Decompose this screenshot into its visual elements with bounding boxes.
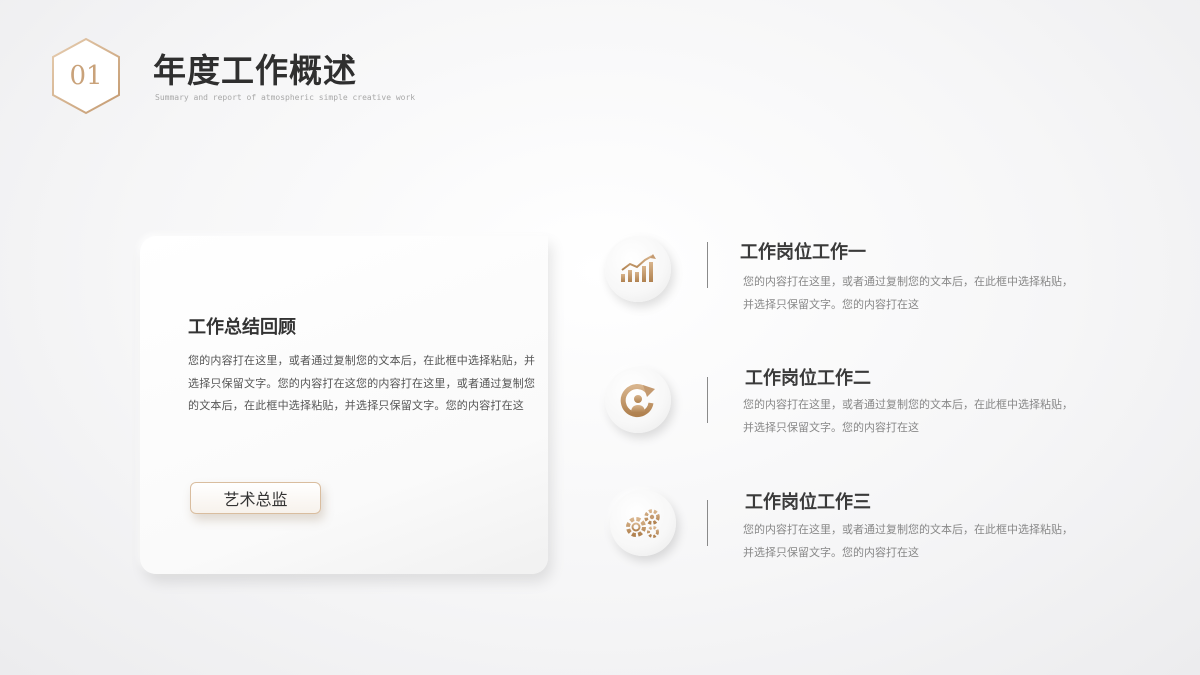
card-body-text: 您的内容打在这里，或者通过复制您的文本后，在此框中选择粘贴，并选择只保留文字。您… xyxy=(188,354,536,412)
divider-line-3 xyxy=(707,500,708,546)
divider-line-2 xyxy=(707,377,708,423)
item-title-2: 工作岗位工作二 xyxy=(745,368,871,389)
item-icon-circle-3 xyxy=(610,490,676,556)
card-title: 工作总结回顾 xyxy=(188,317,296,338)
role-tag-button[interactable]: 艺术总监 xyxy=(190,482,321,514)
bar-chart-icon xyxy=(621,254,656,282)
person-growth-icon xyxy=(620,384,655,418)
gears-icon xyxy=(626,509,660,538)
item-icon-circle-2 xyxy=(605,367,671,433)
item-text-2: 您的内容打在这里，或者通过复制您的文本后，在此框中选择粘贴，并选择只保留文字。您… xyxy=(743,398,1073,434)
item-title-3: 工作岗位工作三 xyxy=(745,492,871,513)
page-subtitle: Summary and report of atmospheric simple… xyxy=(155,93,416,102)
item-text-1: 您的内容打在这里，或者通过复制您的文本后，在此框中选择粘贴，并选择只保留文字。您… xyxy=(743,275,1073,311)
divider-line-1 xyxy=(707,242,708,288)
page-title: 年度工作概述 xyxy=(153,51,357,90)
section-number: 01 xyxy=(69,61,103,91)
item-icon-circle-1 xyxy=(605,236,671,302)
item-text-3: 您的内容打在这里，或者通过复制您的文本后，在此框中选择粘贴，并选择只保留文字。您… xyxy=(743,523,1073,559)
item-title-1: 工作岗位工作一 xyxy=(740,242,866,263)
